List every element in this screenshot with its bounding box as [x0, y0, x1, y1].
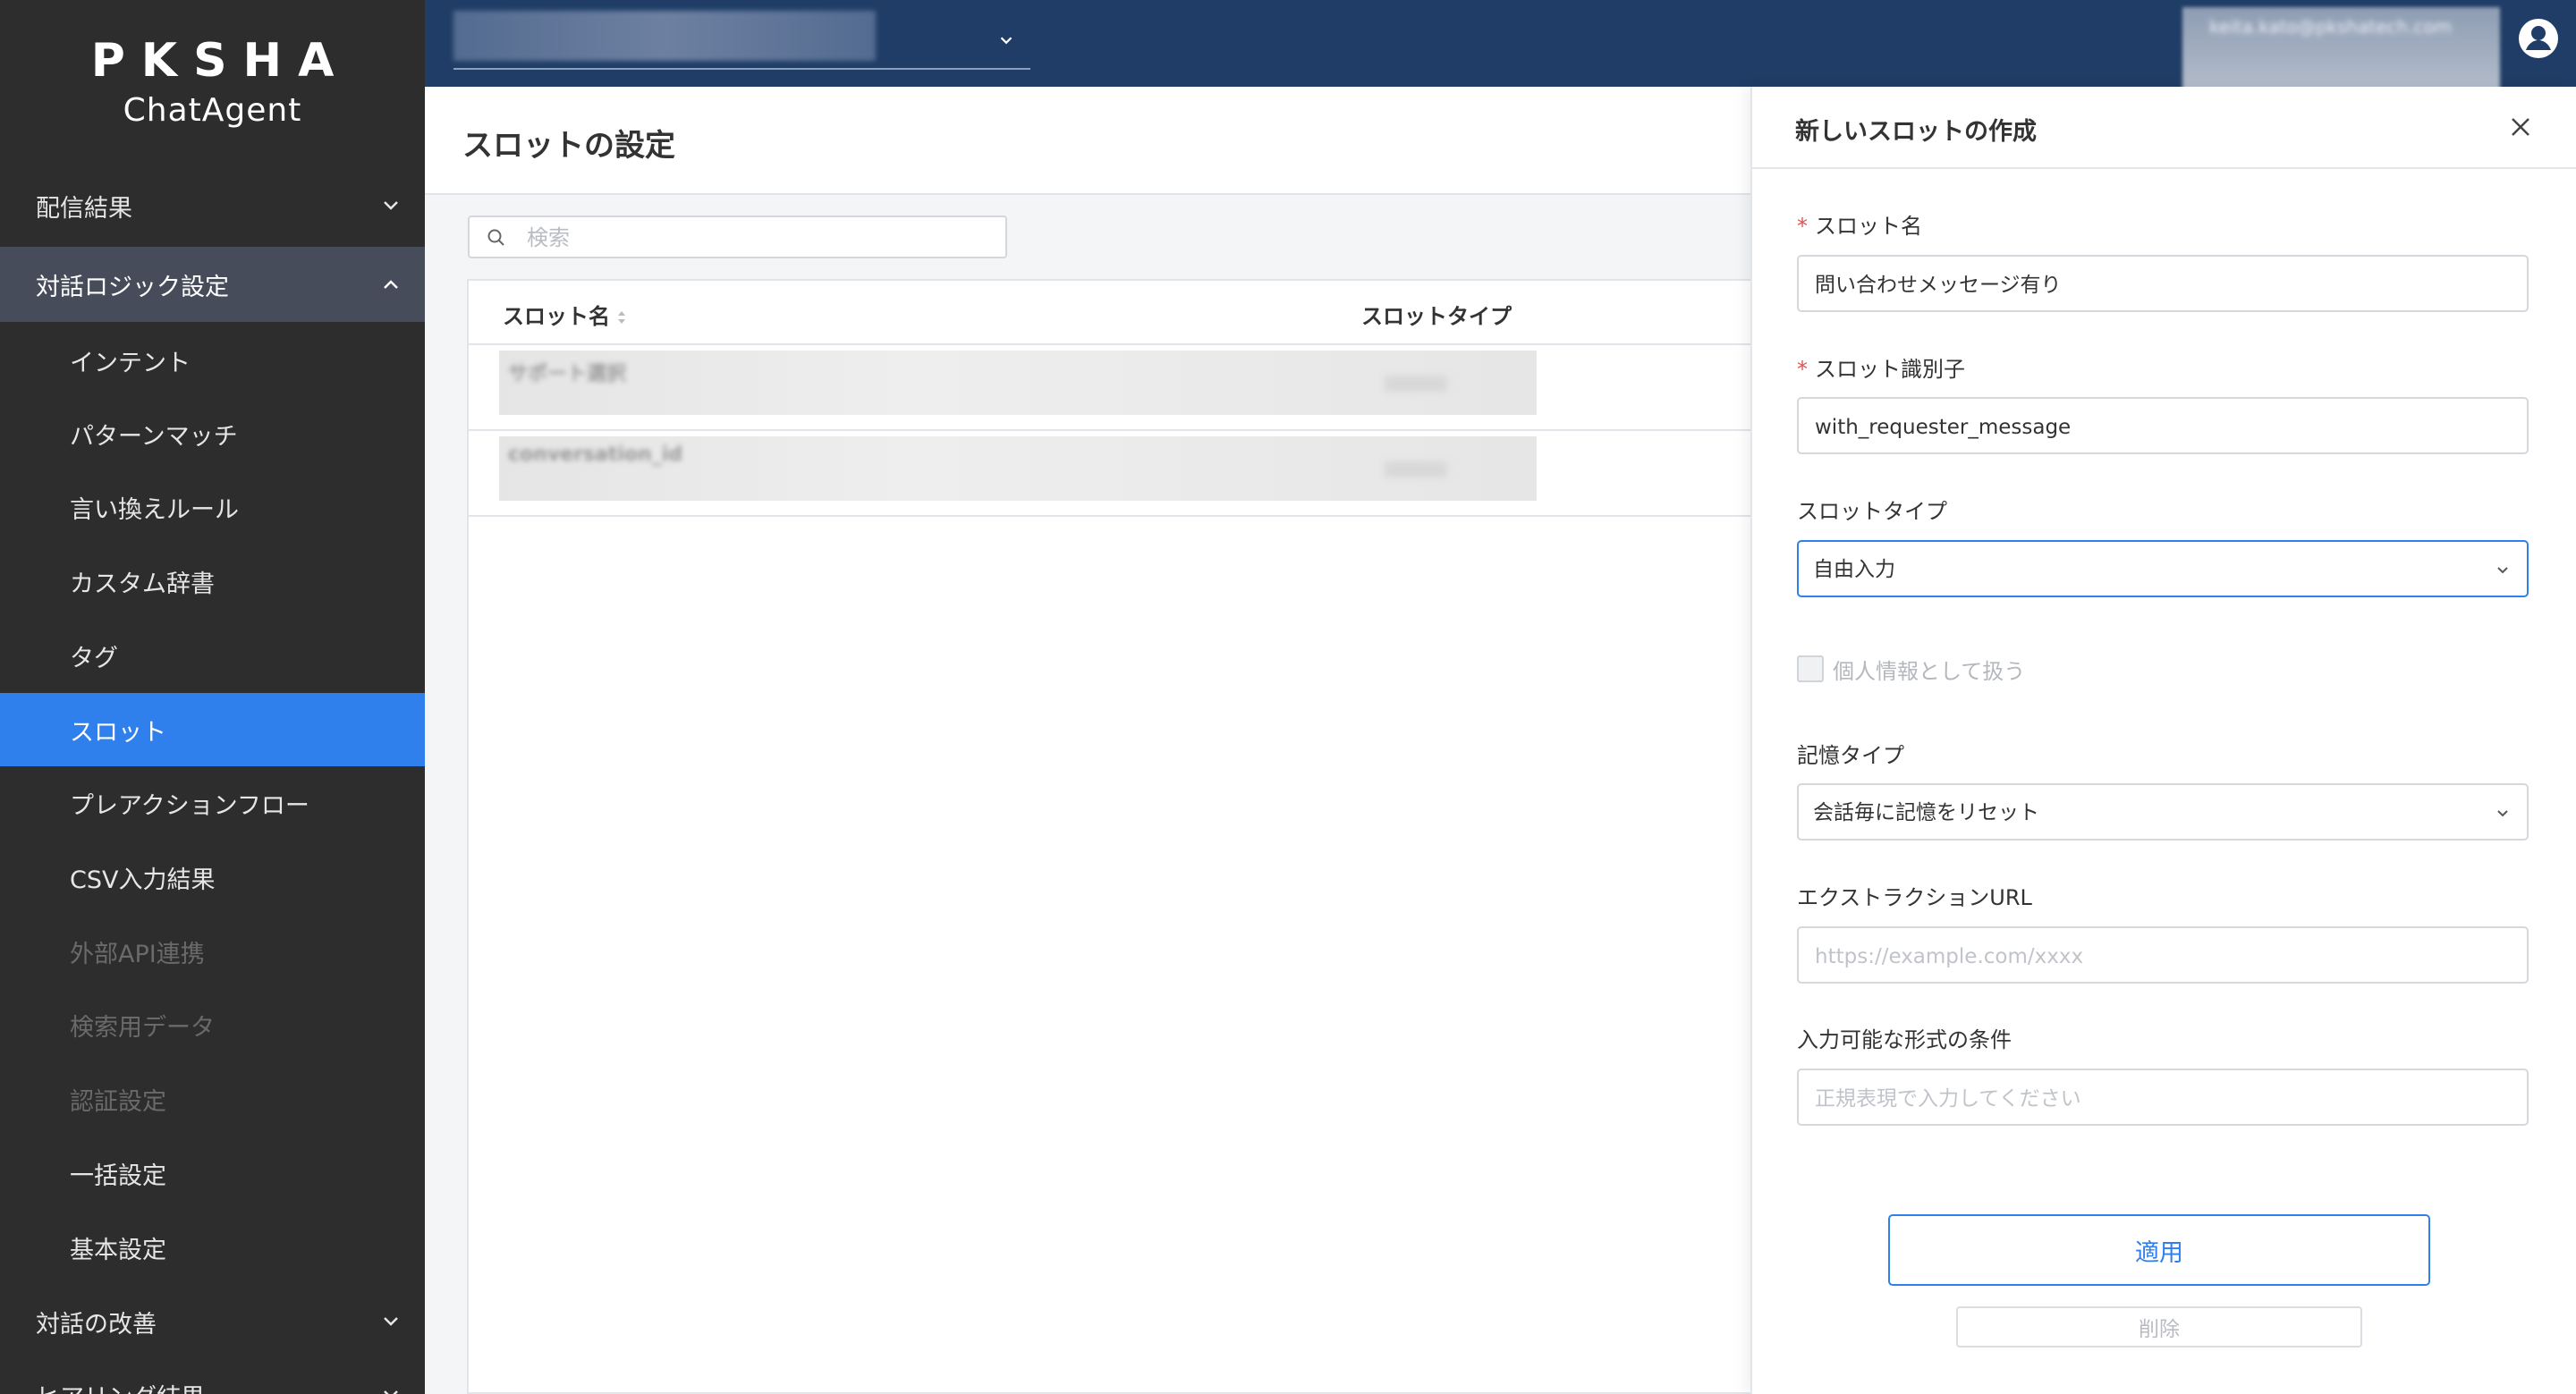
sidebar-item-tags[interactable]: タグ — [0, 619, 425, 692]
sidebar-section-label: 対話の改善 — [36, 1310, 157, 1339]
column-header-slot-type: スロットタイプ — [1361, 304, 1512, 329]
sidebar-item-label: カスタム辞書 — [70, 570, 215, 598]
chevron-down-icon — [384, 1390, 398, 1394]
sort-icon[interactable] — [615, 308, 628, 327]
search-box[interactable] — [468, 215, 1007, 258]
user-email: keita.kato@pkshatech.com — [2209, 16, 2453, 38]
sidebar-item-label: 外部API連携 — [70, 940, 205, 968]
logo-main-text: PKSHA — [90, 34, 351, 88]
delete-button: 削除 — [1956, 1306, 2362, 1348]
sidebar-item-bulk-settings[interactable]: 一括設定 — [0, 1136, 425, 1210]
user-account-icon[interactable] — [2516, 16, 2561, 61]
sidebar-item-intent[interactable]: インテント — [0, 324, 425, 397]
chevron-down-icon — [1000, 37, 1013, 45]
extraction-url-input[interactable] — [1813, 941, 2496, 973]
column-header-slot-name[interactable]: スロット名 — [503, 299, 628, 330]
sidebar-item-label: 一括設定 — [70, 1162, 166, 1190]
user-info-redacted: keita.kato@pkshatech.com — [2182, 7, 2500, 95]
sidebar-item-preaction-flow[interactable]: プレアクションフロー — [0, 766, 425, 840]
memory-type-select[interactable]: 会話毎に記憶をリセット — [1797, 783, 2529, 841]
slot-type-select[interactable]: 自由入力 — [1797, 540, 2529, 597]
sidebar-section-label: 配信結果 — [36, 194, 132, 223]
sidebar-item-search-data: 検索用データ — [0, 988, 425, 1061]
page-header: スロットの設定 — [425, 87, 1750, 195]
sidebar-item-label: タグ — [70, 644, 118, 672]
apply-button[interactable]: 適用 — [1888, 1214, 2430, 1286]
sidebar-item-auth-settings: 認証設定 — [0, 1062, 425, 1136]
slot-name-input[interactable] — [1813, 269, 2496, 301]
extraction-url-label: エクストラクションURL — [1797, 885, 2032, 910]
drawer-header: 新しいスロットの作成 — [1752, 87, 2576, 169]
slot-type-label: スロットタイプ — [1797, 499, 1947, 524]
sidebar-section-hearing-results[interactable]: ヒアリング結果 — [0, 1357, 425, 1394]
close-icon[interactable] — [2509, 115, 2532, 139]
sidebar-item-basic-settings[interactable]: 基本設定 — [0, 1211, 425, 1284]
slot-table: スロット名 スロットタイプ サポート選択 conversation_id — [467, 279, 1752, 1394]
project-selector[interactable] — [453, 9, 1030, 70]
sidebar-item-label: プレアクションフロー — [70, 791, 309, 820]
sidebar-section-delivery-results[interactable]: 配信結果 — [0, 168, 425, 243]
sidebar-item-slots[interactable]: スロット — [0, 693, 425, 766]
brand-logo[interactable]: PKSHA ChatAgent — [0, 32, 425, 132]
slot-name-label-text: スロット名 — [1815, 214, 1922, 239]
sidebar-item-label: CSV入力結果 — [70, 866, 216, 894]
sidebar-item-pattern-match[interactable]: パターンマッチ — [0, 397, 425, 470]
sidebar-item-external-api: 外部API連携 — [0, 915, 425, 988]
slot-type-value: 自由入力 — [1813, 558, 1895, 581]
row-content-redacted: conversation_id — [499, 436, 1537, 501]
format-condition-input[interactable] — [1813, 1083, 2496, 1115]
format-condition-label: 入力可能な形式の条件 — [1797, 1027, 2012, 1052]
search-input[interactable] — [525, 223, 976, 253]
sidebar-item-csv-results[interactable]: CSV入力結果 — [0, 841, 425, 914]
sidebar-item-label: 検索用データ — [70, 1013, 215, 1042]
create-slot-drawer: 新しいスロットの作成 *スロット名 *スロット識別子 スロットタイプ 自由入力 … — [1750, 87, 2576, 1394]
chevron-down-icon — [2497, 810, 2508, 817]
sidebar-item-label: 言い換えルール — [70, 495, 239, 524]
search-icon — [487, 229, 504, 246]
table-row[interactable]: サポート選択 — [469, 343, 1752, 431]
sidebar-section-label: 対話ロジック設定 — [36, 273, 229, 301]
chevron-down-icon — [384, 201, 398, 210]
sidebar-item-custom-dictionary[interactable]: カスタム辞書 — [0, 545, 425, 618]
chevron-down-icon — [384, 1317, 398, 1326]
memory-type-label: 記憶タイプ — [1797, 743, 1904, 768]
slot-id-label-text: スロット識別子 — [1815, 357, 1965, 382]
column-header-label: スロット名 — [503, 304, 610, 329]
sidebar-item-label: スロット — [70, 718, 166, 747]
page-title: スロットの設定 — [462, 128, 675, 164]
sidebar-section-dialogue-improvement[interactable]: 対話の改善 — [0, 1284, 425, 1359]
chevron-down-icon — [2497, 567, 2508, 574]
top-bar: keita.kato@pkshatech.com — [425, 0, 2576, 95]
required-mark: * — [1797, 357, 1808, 382]
sidebar: PKSHA ChatAgent 配信結果 対話ロジック設定 インテント パターン… — [0, 0, 425, 1394]
sidebar-section-label: ヒアリング結果 — [36, 1378, 205, 1394]
logo-sub-text: ChatAgent — [123, 92, 302, 129]
row-name: conversation_id — [508, 444, 682, 466]
chevron-up-icon — [384, 280, 398, 289]
table-row[interactable]: conversation_id — [469, 429, 1752, 517]
required-mark: * — [1797, 214, 1808, 239]
sidebar-item-label: 認証設定 — [70, 1087, 166, 1116]
row-name: サポート選択 — [508, 363, 627, 385]
drawer-title: 新しいスロットの作成 — [1795, 118, 2037, 146]
slot-name-label: * スロット名 — [1797, 208, 1922, 240]
table-header: スロット名 スロットタイプ — [469, 281, 1752, 345]
memory-type-value: 会話毎に記憶をリセット — [1813, 801, 2039, 824]
sidebar-item-label: インテント — [70, 349, 191, 377]
format-condition-field[interactable] — [1797, 1069, 2529, 1126]
sidebar-item-paraphrase-rules[interactable]: 言い換えルール — [0, 470, 425, 544]
slot-id-input[interactable] — [1813, 411, 2496, 444]
row-content-redacted: サポート選択 — [499, 351, 1537, 415]
project-name-redacted — [453, 11, 876, 61]
personal-info-checkbox[interactable] — [1797, 655, 1824, 682]
slot-id-label: * スロット識別子 — [1797, 351, 1965, 383]
sidebar-section-dialogue-logic[interactable]: 対話ロジック設定 — [0, 247, 425, 322]
sidebar-item-label: パターンマッチ — [70, 422, 238, 451]
extraction-url-field[interactable] — [1797, 926, 2529, 984]
personal-info-label: 個人情報として扱う — [1833, 659, 2026, 684]
slot-id-field[interactable] — [1797, 397, 2529, 454]
sidebar-item-label: 基本設定 — [70, 1236, 166, 1264]
slot-name-field[interactable] — [1797, 255, 2529, 312]
